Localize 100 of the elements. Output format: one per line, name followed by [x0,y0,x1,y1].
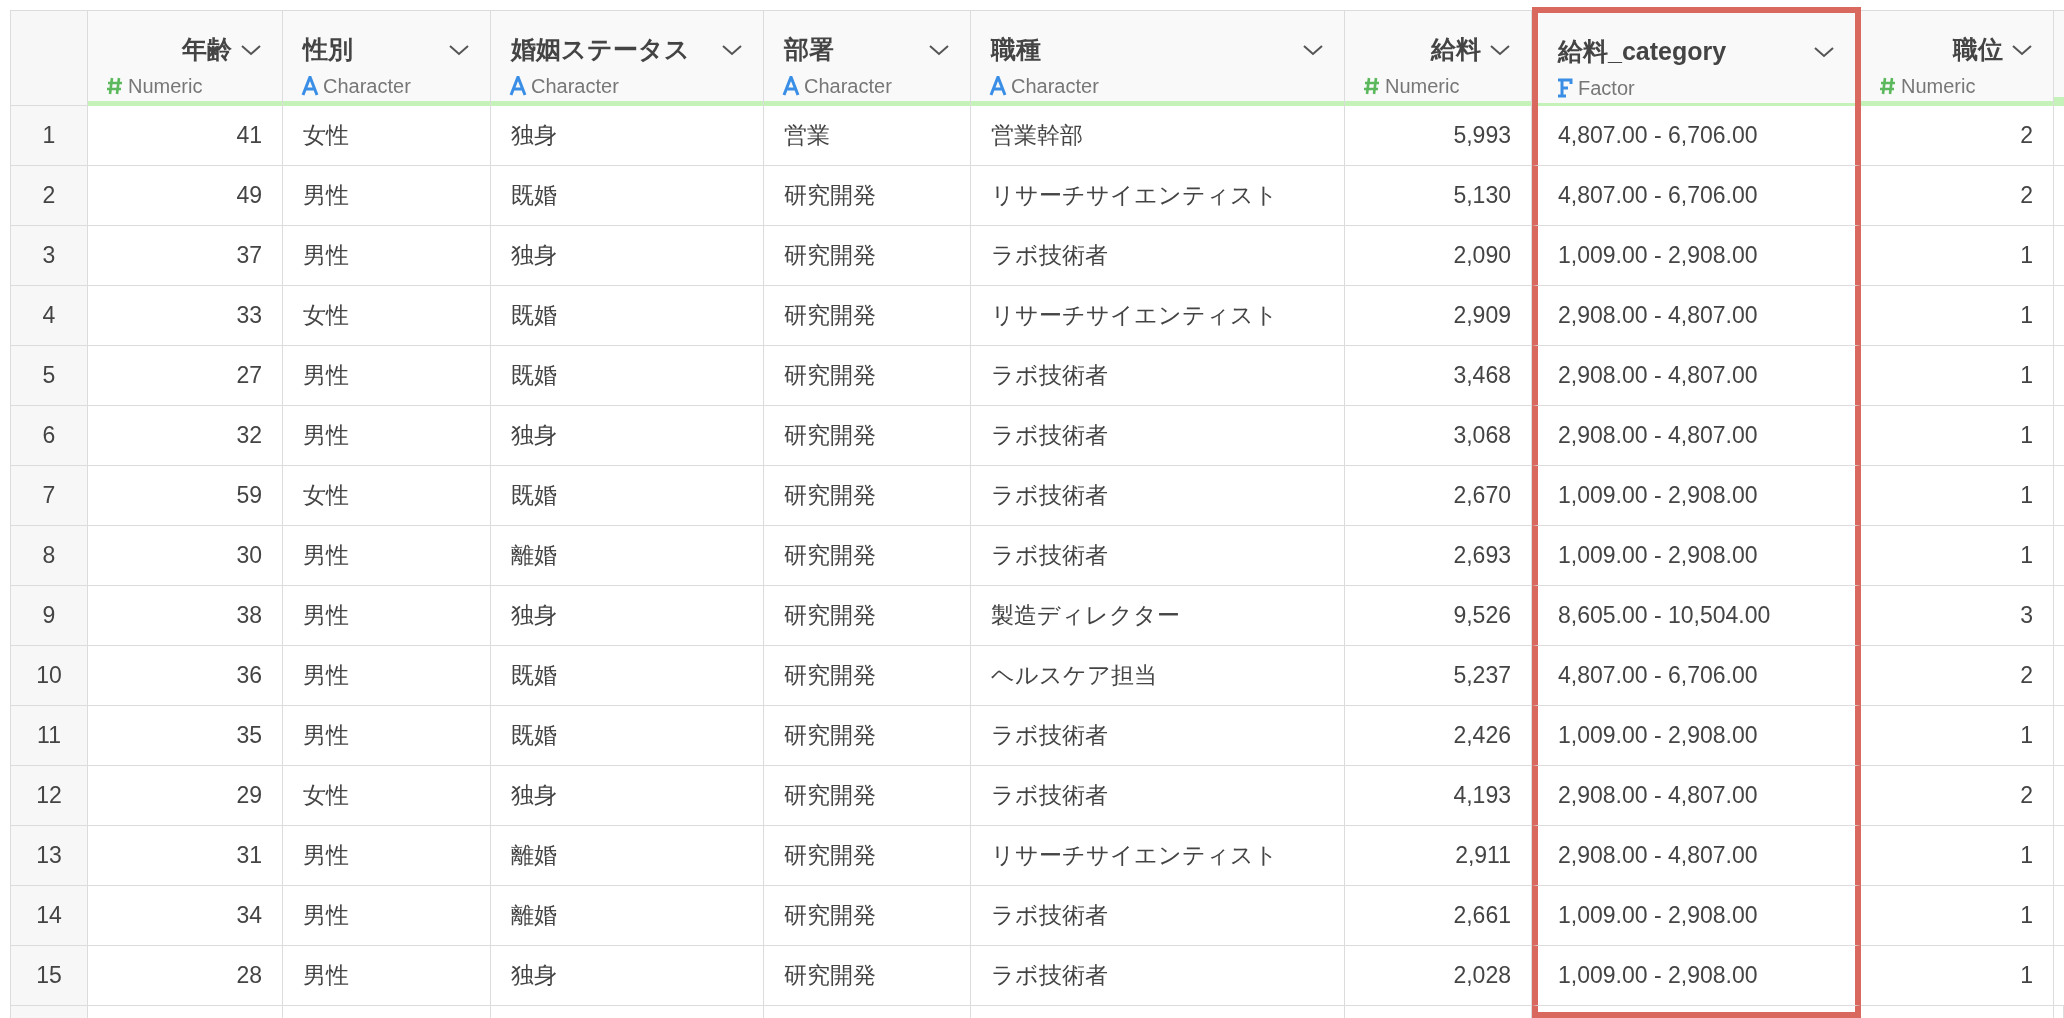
table-cell: 2,908.00 - 4,807.00 [1532,826,1861,886]
letter-a-icon [782,75,800,96]
column-header[interactable]: 部署 Character [764,11,971,106]
table-cell: 研究開発 [764,766,971,826]
table-cell: 男性 [283,166,491,226]
table-cell: 2,911 [1345,826,1532,886]
column-header[interactable]: 職種 Character [971,11,1345,106]
row-number: 15 [11,946,88,1006]
table-cell: ヘルスケア担当 [971,646,1345,706]
table-cell: 31 [88,826,283,886]
column-header[interactable]: 年齢 Numeric [88,11,283,106]
table-cell: ラボ技術者 [971,346,1345,406]
chevron-down-icon[interactable] [1813,44,1835,59]
table-cell: 男性 [283,706,491,766]
table-cell: 4,807.00 - 6,706.00 [1532,106,1861,166]
table-cell: 独身 [491,946,764,1006]
chevron-down-icon[interactable] [1489,42,1511,57]
table-cell: 1 [1861,526,2054,586]
table-cell: 4,807.00 - 6,706.00 [1532,646,1861,706]
table-cell: 研究開発 [764,166,971,226]
table-cell: 女性 [283,466,491,526]
table-cell: 研究開発 [764,826,971,886]
table-cell: 1 [1861,406,2054,466]
column-name: 婚姻ステータス [511,34,690,65]
table-cell: 2 [1861,766,2054,826]
table-cell: 2,908.00 - 4,807.00 [1532,286,1861,346]
chevron-down-icon[interactable] [2011,42,2033,57]
hash-icon [106,75,124,96]
row-number: 5 [11,346,88,406]
table-cell: リサーチサイエンティスト [971,286,1345,346]
table-cell: 男性 [283,586,491,646]
table-cell: 男性 [283,646,491,706]
row-number: 2 [11,166,88,226]
table-cell: 38 [88,586,283,646]
table-cell: 2,693 [1345,526,1532,586]
table-cell: 男性 [283,526,491,586]
table-cell: 1,009.00 - 2,908.00 [1532,526,1861,586]
chevron-down-icon[interactable] [928,42,950,57]
row-number: 3 [11,226,88,286]
row-number: 14 [11,886,88,946]
column-name: 職種 [991,34,1041,65]
table-cell: 30 [88,526,283,586]
table-cell: 研究開発 [764,406,971,466]
table-cell: 1,009.00 - 2,908.00 [1532,946,1861,1006]
table-cell: 女性 [283,286,491,346]
column-type: Character [323,73,411,99]
table-cell: 2,090 [1345,226,1532,286]
table-cell: 1,009.00 - 2,908.00 [1532,886,1861,946]
table-cell: 1 [1861,226,2054,286]
column-header[interactable]: 給料 Numeric [1345,11,1532,106]
table-cell: 男性 [283,406,491,466]
table-cell: 既婚 [491,646,764,706]
column-header[interactable]: 職位 Numeric [1861,11,2054,106]
table-cell: 2 [1861,106,2054,166]
table-cell: 9,526 [1345,586,1532,646]
column-type: Character [531,73,619,99]
table-cell: 3,068 [1345,406,1532,466]
table-cell: 2,661 [1345,886,1532,946]
table-cell: 研究開発 [764,646,971,706]
table-cell: 既婚 [491,166,764,226]
table-cell: 5,130 [1345,166,1532,226]
table-cell: 5,237 [1345,646,1532,706]
column-header[interactable]: 給料_category Factor [1532,7,1861,106]
table-cell: 2 [1861,166,2054,226]
table-cell: 男性 [283,226,491,286]
table-cell: 男性 [283,946,491,1006]
table-cell: 製造ディレクター [971,586,1345,646]
column-type: Character [804,73,892,99]
table-cell: 営業幹部 [971,106,1345,166]
table-cell: 3,468 [1345,346,1532,406]
table-cell: 2,909 [1345,286,1532,346]
table-cell: リサーチサイエンティスト [971,826,1345,886]
row-number: 6 [11,406,88,466]
table-cell: 1 [1861,286,2054,346]
table-cell: 研究開発 [764,346,971,406]
row-number: 4 [11,286,88,346]
table-cell: 32 [88,406,283,466]
table-cell: 2,670 [1345,466,1532,526]
chevron-down-icon[interactable] [721,42,743,57]
table-cell: 1,009.00 - 2,908.00 [1532,466,1861,526]
table-cell: 既婚 [491,346,764,406]
table-cell: ラボ技術者 [971,406,1345,466]
column-header[interactable]: 婚姻ステータス Character [491,11,764,106]
column-header[interactable]: 性別 Character [283,11,491,106]
row-number: 10 [11,646,88,706]
table-cell: ラボ技術者 [971,466,1345,526]
table-cell: 男性 [283,886,491,946]
table-cell: 27 [88,346,283,406]
table-cell: 1,009.00 - 2,908.00 [1532,226,1861,286]
table-cell: 研究開発 [764,886,971,946]
table-cell: 8,605.00 - 10,504.00 [1532,586,1861,646]
row-number: 8 [11,526,88,586]
table-cell: 2,908.00 - 4,807.00 [1532,766,1861,826]
chevron-down-icon[interactable] [240,42,262,57]
table-cell: 研究開発 [764,526,971,586]
chevron-down-icon[interactable] [1302,42,1324,57]
chevron-down-icon[interactable] [448,42,470,57]
table-cell: 4,807.00 - 6,706.00 [1532,166,1861,226]
table-cell: 離婚 [491,826,764,886]
column-name: 性別 [303,34,353,65]
